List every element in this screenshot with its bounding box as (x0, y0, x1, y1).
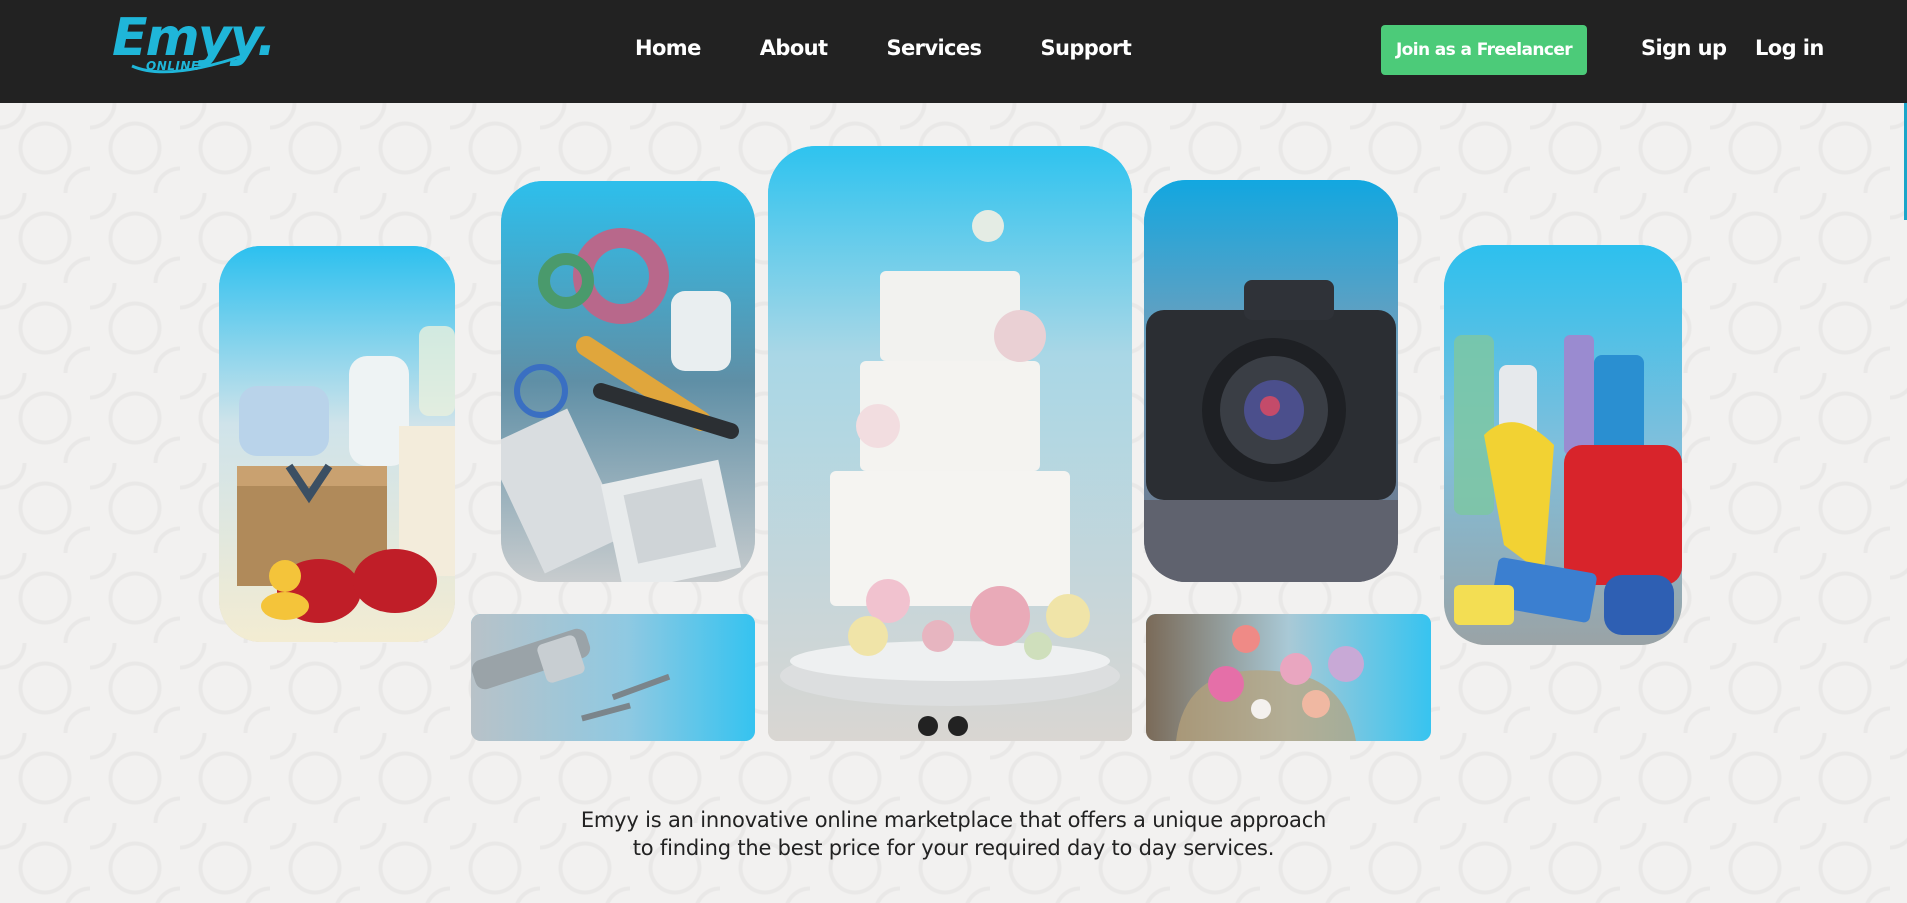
wedding-cake-image (768, 146, 1132, 741)
plumbing-pipe-image (471, 614, 755, 741)
tagline-line-2: to finding the best price for your requi… (632, 836, 1275, 860)
join-freelancer-button[interactable]: Join as a Freelancer (1381, 25, 1587, 75)
main-nav: Home About Services Support (635, 36, 1190, 66)
flower-basket-image (1146, 614, 1431, 741)
nav-about[interactable]: About (760, 36, 828, 66)
hero-tagline: Emyy is an innovative online marketplace… (480, 806, 1427, 862)
baby-products-image (219, 246, 455, 642)
nav-services[interactable]: Services (886, 36, 982, 66)
nav-home[interactable]: Home (635, 36, 701, 66)
logo-subtitle: ONLINE (146, 59, 200, 73)
camera-image (1144, 180, 1398, 582)
electrical-tools-image (501, 181, 755, 582)
tagline-line-1: Emyy is an innovative online marketplace… (580, 808, 1327, 832)
cleaning-supplies-image (1444, 245, 1682, 645)
brand-logo[interactable]: Emyy. ONLINE (112, 8, 282, 82)
signup-link[interactable]: Sign up (1641, 36, 1727, 60)
login-link[interactable]: Log in (1755, 36, 1824, 60)
site-header: Emyy. ONLINE Home About Services Support… (0, 0, 1907, 103)
nav-support[interactable]: Support (1040, 36, 1131, 66)
